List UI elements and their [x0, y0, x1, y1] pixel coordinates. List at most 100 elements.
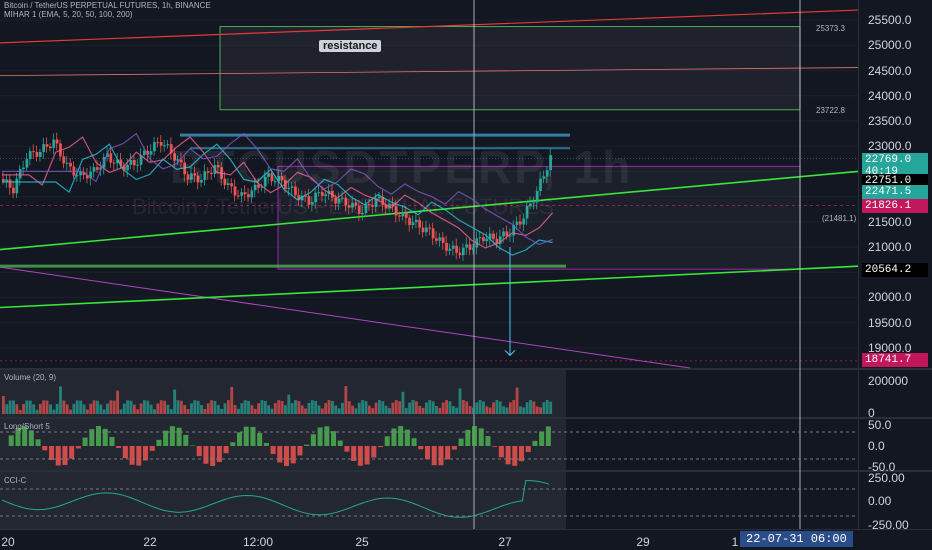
- longshort-tick-label: 0.0: [868, 439, 885, 453]
- volume-bar: [394, 400, 398, 414]
- time-tick-label: 1: [731, 535, 739, 549]
- volume-tick-label: 200000: [868, 374, 909, 388]
- longshort-bar: [310, 434, 316, 446]
- volume-bar: [297, 401, 301, 414]
- volume-bar: [119, 409, 123, 414]
- volume-bar: [257, 403, 260, 414]
- volume-bar: [300, 405, 304, 414]
- volume-bar: [190, 403, 193, 414]
- cyan-level: [180, 133, 570, 137]
- candle-body: [472, 247, 475, 250]
- candle-body: [96, 167, 99, 170]
- symbol-watermark: BTCUSDTPERP, 1h: [170, 141, 634, 193]
- volume-bar: [539, 407, 542, 414]
- volume-bar: [132, 404, 136, 414]
- volume-bar: [196, 400, 200, 414]
- longshort-bar: [109, 437, 115, 446]
- volume-bar: [512, 400, 516, 414]
- longshort-bar: [136, 446, 142, 466]
- volume-bar: [52, 409, 56, 414]
- candle-body: [163, 145, 166, 147]
- volume-bar: [404, 407, 408, 414]
- candle-body: [42, 144, 46, 152]
- candle-body: [421, 227, 425, 233]
- price-badge: 21826.1: [862, 199, 928, 213]
- longshort-bar: [451, 446, 457, 450]
- volume-bar: [166, 404, 170, 414]
- candle-body: [428, 227, 432, 229]
- volume-bar: [173, 389, 177, 414]
- longshort-bar: [169, 426, 175, 446]
- volume-bar: [324, 402, 328, 414]
- longshort-pane-label[interactable]: Long/Short 5: [4, 422, 50, 431]
- price-tick-label: 23500.0: [868, 113, 912, 128]
- volume-bar: [42, 400, 46, 414]
- volume-bar: [475, 402, 479, 414]
- volume-bar: [478, 400, 482, 414]
- volume-bar: [374, 402, 378, 414]
- longshort-bar: [378, 446, 384, 448]
- volume-bar: [508, 402, 512, 414]
- volume-bar: [260, 400, 264, 414]
- candle-body: [435, 238, 438, 241]
- longshort-bar: [478, 428, 484, 446]
- candle-body: [418, 219, 422, 228]
- volume-bar: [69, 409, 72, 414]
- candle-body: [159, 142, 163, 146]
- longshort-bar: [364, 446, 370, 465]
- chart-root: Bitcoin / TetherUS PERPETUAL FUTURES, 1h…: [0, 0, 932, 550]
- price-tick-label: 19500.0: [868, 315, 912, 330]
- longshort-bar: [505, 446, 511, 465]
- volume-bar: [277, 400, 281, 414]
- longshort-bar: [8, 435, 14, 446]
- longshort-bar: [129, 446, 135, 465]
- volume-bar: [35, 409, 39, 414]
- longshort-bar: [411, 438, 417, 446]
- longshort-bar: [337, 440, 343, 446]
- volume-bar: [535, 406, 539, 414]
- volume-bar: [384, 405, 388, 414]
- candle-body: [458, 252, 462, 256]
- volume-bar: [72, 403, 76, 414]
- volume-bar: [542, 402, 546, 414]
- volume-bar: [8, 400, 12, 414]
- longshort-bar: [237, 432, 243, 446]
- longshort-bar: [270, 446, 276, 454]
- longshort-bar: [344, 446, 350, 452]
- volume-bar: [408, 402, 412, 414]
- longshort-bar: [42, 446, 48, 451]
- longshort-bar: [210, 446, 216, 466]
- volume-bar: [344, 386, 348, 414]
- candle-body: [35, 151, 39, 157]
- volume-bar: [314, 401, 318, 414]
- cci-shade: [0, 472, 566, 529]
- volume-bar: [388, 408, 391, 414]
- longshort-bar: [357, 446, 363, 466]
- price-tick-label: 23000.0: [868, 139, 912, 154]
- chart-canvas[interactable]: [0, 0, 932, 550]
- longshort-bar: [75, 446, 81, 449]
- mid-level-label: (21481.1): [822, 214, 857, 223]
- volume-bar: [18, 409, 22, 414]
- candle-body: [519, 221, 522, 225]
- candle-body: [431, 228, 435, 239]
- volume-bar: [455, 407, 459, 414]
- indicator-label: MIHAR 1 (EMA, 5, 20, 50, 100, 200): [4, 10, 133, 19]
- candle-body: [515, 221, 519, 225]
- longshort-bar: [277, 446, 283, 463]
- volume-bar: [327, 400, 331, 414]
- volume-bar: [38, 403, 42, 414]
- resistance-label[interactable]: resistance: [319, 40, 382, 52]
- candle-body: [411, 222, 415, 226]
- candle-body: [136, 164, 140, 166]
- volume-bar: [357, 402, 361, 414]
- volume-bar: [428, 400, 432, 414]
- volume-bar: [401, 391, 405, 414]
- cci-pane-label[interactable]: CCI-C: [4, 476, 26, 485]
- volume-bar: [495, 400, 499, 414]
- candle-body: [485, 238, 489, 242]
- volume-bar: [2, 396, 5, 414]
- volume-bar: [136, 409, 140, 414]
- volume-pane-label[interactable]: Volume (20, 9): [4, 373, 56, 382]
- volume-bar: [237, 408, 240, 414]
